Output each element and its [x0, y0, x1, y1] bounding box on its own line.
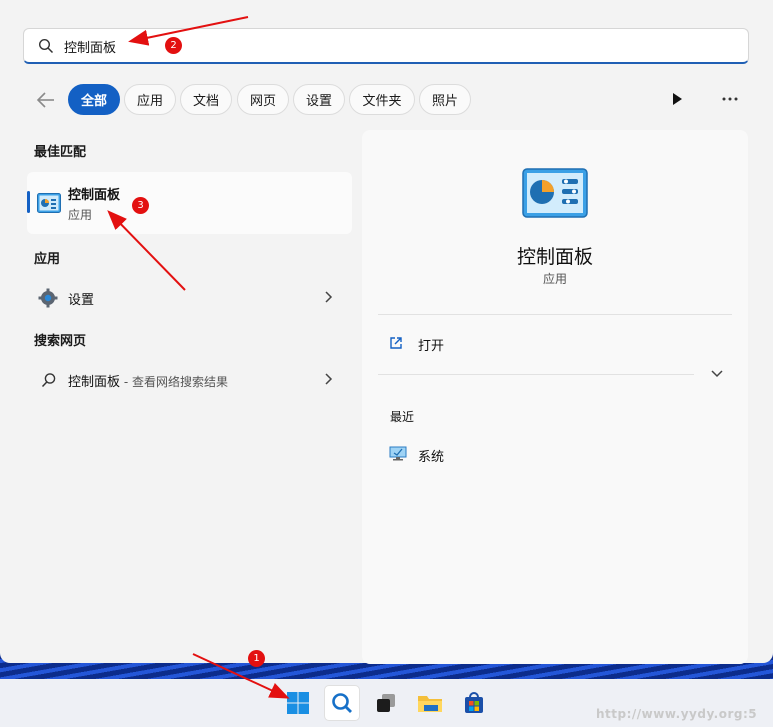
task-view-icon — [377, 694, 395, 712]
detail-title: 控制面板 — [516, 246, 593, 268]
app-result-label: 设置 — [68, 293, 95, 308]
search-icon — [41, 373, 56, 388]
back-arrow-icon[interactable] — [34, 88, 58, 112]
start-search-panel: 全部 应用 文档 网页 设置 文件夹 照片 最佳匹配 控制面板 应用 应用 设置… — [0, 0, 773, 664]
web-result-label: 控制面板 - 查看网络搜索结果 — [68, 375, 228, 390]
store-icon — [465, 692, 483, 713]
open-label: 打开 — [418, 339, 445, 354]
control-panel-icon — [37, 193, 61, 213]
task-view-button[interactable] — [368, 685, 404, 721]
search-taskbar-button[interactable] — [324, 685, 360, 721]
filter-photos[interactable]: 照片 — [419, 84, 471, 115]
best-match-header: 最佳匹配 — [34, 145, 87, 160]
filter-all[interactable]: 全部 — [68, 84, 120, 115]
chevron-down-icon[interactable] — [710, 368, 724, 380]
filter-apps[interactable]: 应用 — [124, 84, 176, 115]
detail-subtitle: 应用 — [542, 272, 567, 286]
chevron-right-icon[interactable] — [323, 372, 333, 386]
selection-indicator — [27, 191, 30, 213]
filter-folders[interactable]: 文件夹 — [349, 84, 415, 115]
control-panel-large-icon — [522, 168, 588, 218]
best-match-title: 控制面板 — [68, 188, 121, 203]
web-result-item[interactable]: 控制面板 - 查看网络搜索结果 — [27, 362, 352, 398]
open-external-icon — [390, 337, 402, 349]
annotation-badge-2: 2 — [165, 37, 182, 54]
apps-header: 应用 — [34, 252, 61, 267]
annotation-badge-1: 1 — [248, 650, 265, 667]
divider — [378, 374, 694, 375]
file-explorer-button[interactable] — [412, 685, 448, 721]
store-button[interactable] — [456, 685, 492, 721]
annotation-badge-3: 3 — [132, 197, 149, 214]
more-options-icon[interactable] — [720, 92, 740, 106]
start-button[interactable] — [280, 685, 316, 721]
folder-icon — [418, 696, 442, 712]
best-match-subtitle: 应用 — [68, 208, 93, 222]
recent-item-label: 系统 — [418, 450, 445, 465]
chevron-right-icon[interactable] — [323, 290, 333, 304]
app-result-settings[interactable]: 设置 — [27, 280, 352, 316]
open-action[interactable]: 打开 — [378, 328, 732, 358]
divider — [378, 314, 732, 315]
search-input[interactable] — [64, 35, 664, 57]
filter-web[interactable]: 网页 — [237, 84, 289, 115]
best-match-item[interactable]: 控制面板 应用 — [27, 172, 352, 234]
detail-pane: 控制面板 应用 打开 最近 系统 — [362, 130, 748, 664]
system-monitor-icon — [389, 446, 407, 461]
play-icon[interactable] — [670, 92, 684, 106]
settings-gear-icon — [38, 288, 58, 308]
watermark-text: http://www.yydy.org:5 — [596, 707, 758, 721]
search-icon — [38, 38, 54, 54]
search-box[interactable] — [23, 28, 749, 64]
web-search-header: 搜索网页 — [34, 334, 87, 349]
windows-logo-icon — [287, 692, 309, 714]
recent-item-system[interactable]: 系统 — [378, 440, 732, 468]
filter-settings[interactable]: 设置 — [293, 84, 345, 115]
search-icon — [332, 693, 352, 713]
filter-documents[interactable]: 文档 — [180, 84, 232, 115]
recent-header: 最近 — [390, 410, 415, 424]
